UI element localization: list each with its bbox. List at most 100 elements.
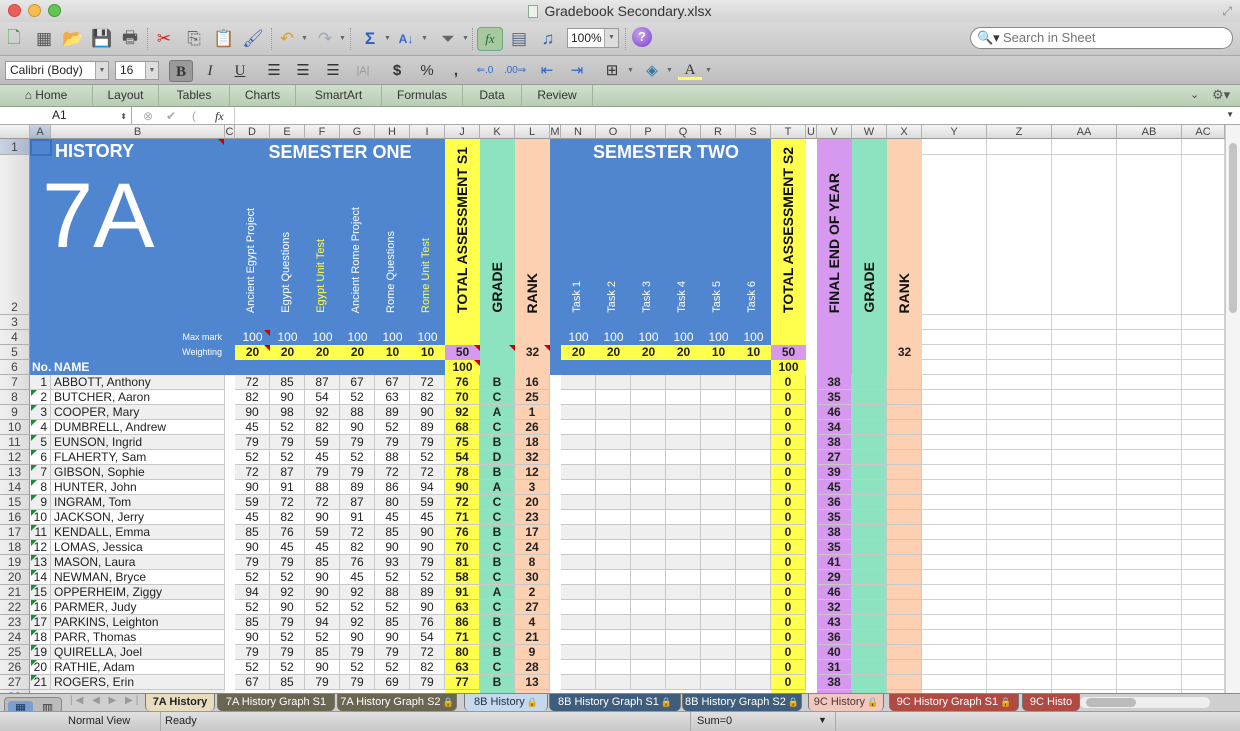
search-box[interactable]: 🔍▾ bbox=[970, 27, 1233, 49]
s1-score[interactable]: 52 bbox=[235, 450, 270, 465]
final-value[interactable]: 29 bbox=[817, 570, 852, 585]
sheet-tab[interactable]: 8B History 🔒 bbox=[464, 694, 548, 711]
s2-score[interactable] bbox=[736, 570, 771, 585]
final-value[interactable]: 39 bbox=[817, 465, 852, 480]
s1-score[interactable]: 98 bbox=[270, 405, 305, 420]
grade-value[interactable]: C bbox=[480, 630, 515, 645]
final-rank-value[interactable] bbox=[887, 495, 922, 510]
s1-score[interactable]: 52 bbox=[375, 570, 410, 585]
gear-icon[interactable]: ⚙▾ bbox=[1212, 87, 1230, 103]
increase-indent-icon[interactable]: ⇥ bbox=[565, 60, 589, 82]
column-header[interactable]: G bbox=[340, 125, 375, 139]
row-header[interactable]: 15 bbox=[0, 495, 30, 510]
student-name[interactable]: JACKSON, Jerry bbox=[51, 510, 225, 525]
total-s1-value[interactable]: 86 bbox=[445, 615, 480, 630]
tab-charts[interactable]: Charts bbox=[230, 85, 296, 107]
s1-score[interactable]: 72 bbox=[270, 495, 305, 510]
search-input[interactable] bbox=[1003, 30, 1223, 45]
column-header[interactable]: S bbox=[736, 125, 771, 139]
student-name[interactable]: INGRAM, Tom bbox=[51, 495, 225, 510]
s1-score[interactable]: 79 bbox=[235, 645, 270, 660]
final-rank-value[interactable] bbox=[887, 600, 922, 615]
error-indicator[interactable] bbox=[31, 615, 37, 621]
s1-score[interactable]: 90 bbox=[375, 540, 410, 555]
column-header[interactable]: E bbox=[270, 125, 305, 139]
s2-score[interactable] bbox=[736, 675, 771, 690]
grade-value[interactable]: C bbox=[480, 540, 515, 555]
s2-score[interactable] bbox=[701, 510, 736, 525]
row-header[interactable]: 12 bbox=[0, 450, 30, 465]
s2-score[interactable] bbox=[561, 495, 596, 510]
final-rank-value[interactable] bbox=[887, 555, 922, 570]
s1-score[interactable]: 82 bbox=[270, 510, 305, 525]
format-painter-icon[interactable]: 🖌 bbox=[241, 27, 265, 51]
s1-score[interactable]: 92 bbox=[340, 615, 375, 630]
bold-button[interactable]: B bbox=[169, 60, 193, 82]
s1-score[interactable]: 92 bbox=[305, 405, 340, 420]
error-indicator[interactable] bbox=[31, 420, 37, 426]
final-grade-value[interactable] bbox=[852, 645, 887, 660]
s1-score[interactable]: 45 bbox=[305, 450, 340, 465]
s2-score[interactable] bbox=[666, 525, 701, 540]
final-rank-value[interactable] bbox=[887, 615, 922, 630]
s2-score[interactable] bbox=[666, 450, 701, 465]
s1-score[interactable]: 79 bbox=[305, 675, 340, 690]
formula-input[interactable] bbox=[234, 107, 1224, 124]
column-header[interactable]: Z bbox=[987, 125, 1052, 139]
student-name[interactable]: PARMER, Judy bbox=[51, 600, 225, 615]
s1-score[interactable]: 52 bbox=[270, 450, 305, 465]
expand-formula-icon[interactable]: ▼ bbox=[1226, 110, 1234, 119]
row-header[interactable]: 11 bbox=[0, 435, 30, 450]
student-name[interactable]: EUNSON, Ingrid bbox=[51, 435, 225, 450]
s2-score[interactable] bbox=[666, 600, 701, 615]
s1-score[interactable]: 45 bbox=[410, 510, 445, 525]
s2-score[interactable] bbox=[561, 525, 596, 540]
s2-score[interactable] bbox=[736, 435, 771, 450]
s2-score[interactable] bbox=[561, 585, 596, 600]
error-indicator[interactable] bbox=[31, 405, 37, 411]
final-value[interactable]: 46 bbox=[817, 585, 852, 600]
student-name[interactable]: HUNTER, John bbox=[51, 480, 225, 495]
row-header[interactable]: 23 bbox=[0, 615, 30, 630]
collapse-ribbon-icon[interactable]: ⌄ bbox=[1190, 88, 1199, 101]
s1-score[interactable]: 85 bbox=[305, 645, 340, 660]
s2-score[interactable] bbox=[666, 510, 701, 525]
scroll-thumb[interactable] bbox=[1229, 143, 1237, 313]
s1-score[interactable]: 89 bbox=[410, 585, 445, 600]
s1-score[interactable]: 45 bbox=[235, 420, 270, 435]
s1-score[interactable]: 82 bbox=[340, 540, 375, 555]
s2-score[interactable] bbox=[701, 495, 736, 510]
s2-score[interactable] bbox=[666, 645, 701, 660]
final-rank-value[interactable] bbox=[887, 480, 922, 495]
row-header[interactable]: 20 bbox=[0, 570, 30, 585]
column-header[interactable]: H bbox=[375, 125, 410, 139]
comment-indicator[interactable] bbox=[218, 139, 224, 145]
sheet-tab[interactable]: 9C History Graph S1 🔒 bbox=[889, 694, 1019, 711]
tab-layout[interactable]: Layout bbox=[93, 85, 159, 107]
sheet-tab[interactable]: 8B History Graph S2 🔒 bbox=[682, 694, 802, 711]
rank-value[interactable]: 13 bbox=[515, 675, 550, 690]
final-grade-value[interactable] bbox=[852, 450, 887, 465]
s2-score[interactable] bbox=[736, 645, 771, 660]
error-indicator[interactable] bbox=[31, 675, 37, 681]
name-box-stepper-icon[interactable]: ⬍ bbox=[120, 108, 127, 125]
final-value[interactable]: 35 bbox=[817, 510, 852, 525]
s2-score[interactable] bbox=[701, 615, 736, 630]
grade-value[interactable]: B bbox=[480, 375, 515, 390]
s2-score[interactable] bbox=[666, 570, 701, 585]
total-s2-value[interactable]: 0 bbox=[771, 600, 806, 615]
student-name[interactable]: ABBOTT, Anthony bbox=[51, 375, 225, 390]
row-header[interactable]: 24 bbox=[0, 630, 30, 645]
s1-score[interactable]: 76 bbox=[270, 525, 305, 540]
s2-score[interactable] bbox=[701, 660, 736, 675]
s2-score[interactable] bbox=[701, 480, 736, 495]
column-header[interactable]: A bbox=[30, 125, 51, 139]
print-icon[interactable]: 🖶 bbox=[118, 27, 142, 51]
s2-score[interactable] bbox=[736, 555, 771, 570]
sheet-nav-icon[interactable]: |◀ ◀ ▶ ▶| bbox=[70, 695, 141, 706]
s1-score[interactable]: 89 bbox=[410, 420, 445, 435]
gallery-icon[interactable]: ▤ bbox=[507, 27, 531, 51]
student-name[interactable]: NEWMAN, Bryce bbox=[51, 570, 225, 585]
total-s2-value[interactable]: 0 bbox=[771, 570, 806, 585]
column-header[interactable]: D bbox=[235, 125, 270, 139]
